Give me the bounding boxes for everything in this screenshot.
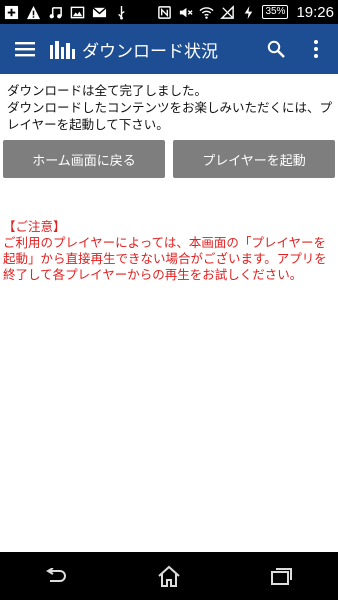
usb-icon — [114, 5, 129, 20]
home-screen-button[interactable]: ホーム画面に戻る — [3, 140, 165, 178]
warning-icon — [26, 5, 41, 20]
navigation-bar — [0, 552, 338, 600]
music-icon — [48, 5, 63, 20]
action-buttons: ホーム画面に戻る プレイヤーを起動 — [3, 140, 335, 178]
home-button[interactable] — [139, 552, 199, 600]
page-title: ダウンロード状況 — [82, 41, 218, 62]
more-vert-icon — [314, 40, 318, 58]
recent-apps-icon — [270, 568, 292, 585]
back-button[interactable] — [26, 552, 86, 600]
main-content: ダウンロードは全て完了しました。 ダウンロードしたコンテンツをお楽しみいただくに… — [0, 74, 338, 552]
image-icon — [70, 5, 85, 20]
recent-apps-button[interactable] — [252, 552, 312, 600]
mute-icon — [178, 5, 193, 20]
no-signal-icon — [220, 4, 235, 20]
status-bar: 35% 19:26 — [0, 0, 338, 24]
battery-level: 35% — [262, 5, 289, 19]
menu-button[interactable] — [0, 24, 50, 74]
home-icon — [158, 565, 180, 587]
nfc-icon — [157, 5, 172, 20]
wifi-icon — [199, 5, 214, 20]
search-icon — [267, 40, 285, 58]
add-box-icon — [4, 5, 19, 20]
app-bar: ダウンロード状況 — [0, 24, 338, 74]
launch-player-button[interactable]: プレイヤーを起動 — [173, 140, 335, 178]
completion-message: ダウンロードは全て完了しました。 ダウンロードしたコンテンツをお楽しみいただくに… — [7, 83, 333, 132]
notice: 【ご注意】 ご利用のプレイヤーによっては、本画面の「プレイヤーを起動」から直接再… — [3, 219, 333, 283]
charging-icon — [241, 5, 256, 20]
clock: 19:26 — [296, 3, 334, 21]
app-logo-icon — [50, 41, 75, 59]
search-button[interactable] — [256, 24, 296, 74]
more-options-button[interactable] — [296, 24, 336, 74]
notice-title: 【ご注意】 — [3, 219, 66, 234]
hamburger-icon — [15, 42, 35, 57]
notice-body: ご利用のプレイヤーによっては、本画面の「プレイヤーを起動」から直接再生できない場… — [3, 235, 327, 282]
back-icon — [46, 568, 67, 582]
gmail-icon — [92, 5, 107, 20]
